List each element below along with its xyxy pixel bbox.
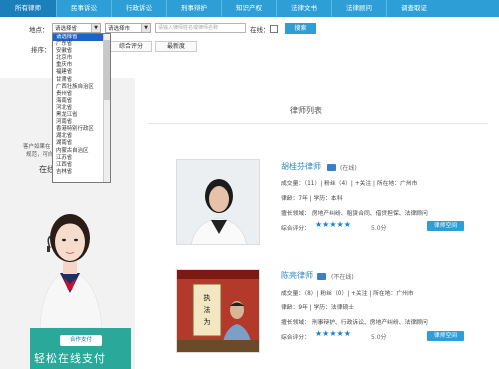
dropdown-option[interactable]: 内蒙古自治区 xyxy=(53,148,110,155)
tab-legal-advisor[interactable]: 法律顾问 xyxy=(332,0,387,17)
dropdown-scrollbar[interactable] xyxy=(103,34,110,182)
rating-label: 综合评分： xyxy=(281,226,310,232)
online-status: (不在线) xyxy=(331,274,354,281)
search-button[interactable]: 搜索 xyxy=(285,23,316,34)
dropdown-option[interactable]: 江西省 xyxy=(53,162,110,169)
lawyer-photo[interactable] xyxy=(176,159,260,245)
tab-criminal-defense[interactable]: 刑事辩护 xyxy=(167,0,222,17)
svg-text:执: 执 xyxy=(204,293,211,302)
lawyer-space-button[interactable]: 律师空间 xyxy=(427,331,464,341)
dropdown-option[interactable]: 湖南省 xyxy=(53,140,110,147)
dropdown-option[interactable]: 海南省 xyxy=(53,98,110,105)
lawyer-photo[interactable]: 执 法 为 xyxy=(176,269,260,353)
tab-civil-litigation[interactable]: 民事诉讼 xyxy=(57,0,112,17)
svg-text:为: 为 xyxy=(204,317,211,326)
dropdown-option[interactable]: 福建省 xyxy=(53,69,110,76)
lawyer-list-title: 律师列表 xyxy=(290,106,322,115)
chevron-down-icon: ▼ xyxy=(91,24,100,32)
tab-all-lawyers[interactable]: 所有律师 xyxy=(0,0,57,17)
province-dropdown-list[interactable]: 请选择省 广东省 安徽省 北京市 重庆市 福建省 甘肃省 广西壮族自治区 贵州省… xyxy=(52,33,111,183)
province-select[interactable]: 请选择省 ▼ xyxy=(52,23,101,33)
lawyer-name-link[interactable]: 陈亮律师 xyxy=(281,270,313,281)
city-select-value: 请选择市 xyxy=(108,26,131,32)
lawyer-stats: 成交量：（11）| 粉丝（4）| +关注 | 所在地：广州市 xyxy=(281,181,418,187)
sort-rating-button[interactable]: 综合评分 xyxy=(110,41,152,52)
dropdown-option[interactable]: 吉林省 xyxy=(53,169,110,176)
customer-service-agent-image xyxy=(39,214,103,328)
dropdown-option[interactable]: 广西壮族自治区 xyxy=(53,84,110,91)
svg-text:法: 法 xyxy=(204,305,211,314)
lawyer-experience: 律龄：9年 | 学历：法律硕士 xyxy=(281,305,355,311)
dropdown-option[interactable]: 贵州省 xyxy=(53,91,110,98)
sort-latest-button[interactable]: 最新度 xyxy=(155,41,197,52)
sort-label: 排序： xyxy=(31,46,51,54)
rating-stars-icon: ★★★★★ xyxy=(315,329,351,338)
lawyer-stats: 成交量：（8）| 粉丝（0）| +关注 | 所在地：广州市 xyxy=(281,291,414,297)
tab-investigation[interactable]: 调查取证 xyxy=(387,0,441,17)
online-payment-banner[interactable]: 合作支付 轻松在线支付 xyxy=(30,328,131,369)
payment-banner-text: 轻松在线支付 xyxy=(34,352,106,365)
city-select[interactable]: 请选择市 ▼ xyxy=(105,23,151,33)
tab-intellectual-property[interactable]: 知识产权 xyxy=(222,0,277,17)
top-nav-tabs: 所有律师 民事诉讼 行政诉讼 刑事辩护 知识产权 法律文书 法律顾问 调查取证 xyxy=(0,0,499,17)
dropdown-option[interactable]: 甘肃省 xyxy=(53,77,110,84)
rating-score: 5.0分 xyxy=(371,334,387,341)
online-checkbox[interactable] xyxy=(270,25,278,33)
divider xyxy=(148,123,488,124)
left-notice-line1: 客户如果在 xyxy=(23,144,51,150)
payment-logo: 合作支付 xyxy=(60,335,102,346)
left-notice-line2: 规范，可向 xyxy=(26,152,54,158)
lawyer-space-button[interactable]: 律师空间 xyxy=(427,221,464,231)
search-input[interactable]: 请输入律师姓名或律师名称 xyxy=(155,23,246,33)
verified-badge-icon xyxy=(317,273,326,280)
dropdown-option[interactable]: 河北省 xyxy=(53,105,110,112)
online-filter-label: 在线： xyxy=(250,26,270,34)
lawyer-name-link[interactable]: 胡桂芬律师 xyxy=(281,161,321,172)
lawyer-specialties: 擅长领域： 刑事辩护、行政诉讼、房地产纠纷、法律顾问 xyxy=(281,320,428,326)
province-select-value: 请选择省 xyxy=(55,26,78,32)
tab-administrative-litigation[interactable]: 行政诉讼 xyxy=(112,0,167,17)
tab-legal-documents[interactable]: 法律文书 xyxy=(277,0,332,17)
scrollbar-thumb[interactable] xyxy=(104,40,110,100)
lawyer-experience: 律龄：7年 | 学历：本科 xyxy=(281,196,343,202)
lawyer-portrait-image: 执 法 为 xyxy=(177,270,259,352)
lawyer-specialties: 擅长领域： 房地产纠纷、租赁合同、借贷担保、法律顾问 xyxy=(281,211,428,217)
chevron-down-icon: ▼ xyxy=(141,24,150,32)
dropdown-option[interactable]: 江苏省 xyxy=(53,155,110,162)
rating-stars-icon: ★★★★★ xyxy=(315,220,351,229)
area-label: 地点： xyxy=(29,26,49,34)
rating-score: 5.0分 xyxy=(371,225,387,232)
verified-badge-icon xyxy=(327,164,336,171)
lawyer-portrait-image xyxy=(177,160,259,244)
rating-label: 综合评分： xyxy=(281,335,310,341)
online-status: (在线) xyxy=(340,165,357,172)
